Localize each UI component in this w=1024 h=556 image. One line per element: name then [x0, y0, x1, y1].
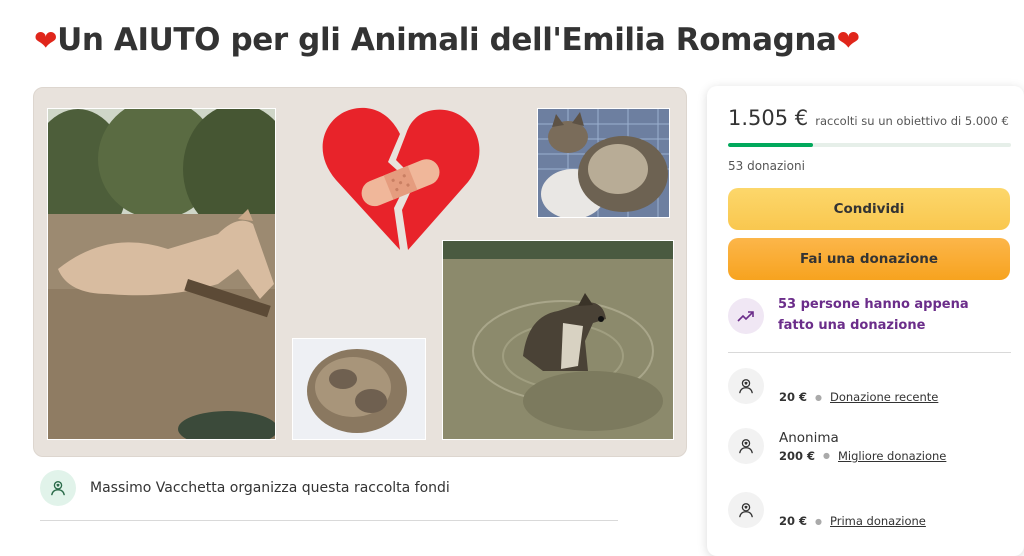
share-button[interactable]: Condividi	[728, 188, 1010, 230]
donation-amount: 200 €	[779, 448, 816, 463]
photo-collage[interactable]	[33, 87, 687, 457]
divider	[728, 352, 1011, 353]
muddy-hedgehog-photo	[292, 338, 426, 440]
heart-hand-icon	[40, 470, 76, 506]
page-title-text: Un AIUTO per gli Animali dell'Emilia Rom…	[57, 22, 837, 58]
donation-tag-link[interactable]: Migliore donazione	[838, 449, 946, 463]
donor-heart-hand-icon	[728, 368, 764, 404]
recent-activity: 53 persone hanno appena fatto una donazi…	[728, 294, 998, 336]
donate-button[interactable]: Fai una donazione	[728, 238, 1010, 280]
dog-in-flood-photo	[442, 240, 674, 440]
trending-up-icon	[728, 298, 764, 334]
donation-sidebar-card: 1.505 € raccolti su un obiettivo di 5.00…	[707, 86, 1024, 556]
donation-tag-link[interactable]: Prima donazione	[830, 514, 926, 528]
progress-bar	[728, 143, 1011, 147]
donation-amount: 20 €	[779, 390, 808, 404]
donation-item: 20 € ● Donazione recente	[728, 368, 938, 404]
progress-fill	[728, 143, 814, 147]
heart-emoji-icon: ❤	[836, 24, 860, 57]
donations-count: 53 donazioni	[728, 159, 805, 173]
donor-heart-hand-icon	[728, 492, 764, 528]
muddy-cat-photo	[537, 108, 670, 218]
page-title: ❤Un AIUTO per gli Animali dell'Emilia Ro…	[34, 22, 860, 58]
donation-tag-link[interactable]: Donazione recente	[830, 390, 938, 404]
donation-amount: 20 €	[779, 514, 808, 528]
goal-text: raccolti su un obiettivo di 5.000 €	[815, 114, 1009, 128]
organizer-text: Massimo Vacchetta organizza questa racco…	[90, 480, 450, 496]
donation-item: Anonima 200 € ● Migliore donazione	[728, 428, 946, 464]
heart-emoji-icon: ❤	[34, 24, 58, 57]
separator-dot: ●	[815, 392, 822, 402]
raised-summary: 1.505 € raccolti su un obiettivo di 5.00…	[728, 106, 1009, 130]
raised-amount: 1.505 €	[728, 106, 809, 130]
donation-item: 20 € ● Prima donazione	[728, 492, 926, 528]
separator-dot: ●	[823, 451, 830, 460]
donor-heart-hand-icon	[728, 428, 764, 464]
broken-heart-bandage-icon	[316, 100, 484, 255]
separator-dot: ●	[815, 516, 822, 526]
organizer-row: Massimo Vacchetta organizza questa racco…	[40, 470, 450, 506]
recent-activity-text: 53 persone hanno appena fatto una donazi…	[778, 297, 969, 333]
donor-name: Anonima	[779, 429, 839, 446]
horse-in-flood-photo	[47, 108, 276, 440]
divider	[40, 520, 618, 521]
